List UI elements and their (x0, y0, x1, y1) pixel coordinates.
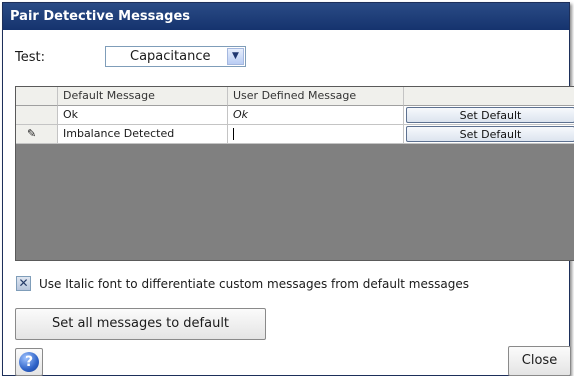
pencil-icon: ✎ (16, 125, 58, 144)
help-icon: ? (19, 352, 39, 372)
title-bar: Pair Detective Messages (3, 3, 569, 30)
column-header-actions (404, 87, 574, 106)
set-default-button[interactable]: Set Default (406, 107, 574, 123)
user-message-input[interactable] (228, 125, 404, 144)
user-message-cell[interactable]: Ok (228, 106, 404, 125)
column-header-default-message[interactable]: Default Message (58, 87, 228, 106)
messages-grid: Default Message User Defined Message Ok … (15, 86, 574, 261)
action-cell: Set Default (404, 125, 574, 144)
text-caret (233, 128, 234, 140)
test-dropdown[interactable]: Capacitance ▼ (105, 46, 246, 67)
set-all-default-button[interactable]: Set all messages to default (15, 308, 266, 340)
grid-header-row: Default Message User Defined Message (16, 87, 574, 106)
x-mark-icon: ✕ (18, 276, 29, 290)
close-button[interactable]: Close (508, 346, 571, 376)
italic-font-checkbox[interactable]: ✕ (16, 276, 31, 291)
action-cell: Set Default (404, 106, 574, 125)
row-header[interactable] (16, 106, 58, 125)
test-dropdown-value: Capacitance (130, 49, 211, 64)
chevron-down-icon[interactable]: ▼ (227, 48, 244, 65)
dialog-window: Pair Detective Messages Test: Capacitanc… (2, 2, 574, 376)
column-header-user-defined-message[interactable]: User Defined Message (228, 87, 404, 106)
test-label: Test: (15, 50, 45, 65)
help-button[interactable]: ? (15, 348, 43, 376)
row-header-corner (16, 87, 58, 106)
default-message-cell: Ok (58, 106, 228, 125)
default-message-cell: Imbalance Detected (58, 125, 228, 144)
table-row: Ok Ok Set Default (16, 106, 574, 125)
table-row: ✎ Imbalance Detected Set Default (16, 125, 574, 144)
italic-font-label: Use Italic font to differentiate custom … (39, 277, 469, 291)
set-default-button[interactable]: Set Default (406, 126, 574, 142)
